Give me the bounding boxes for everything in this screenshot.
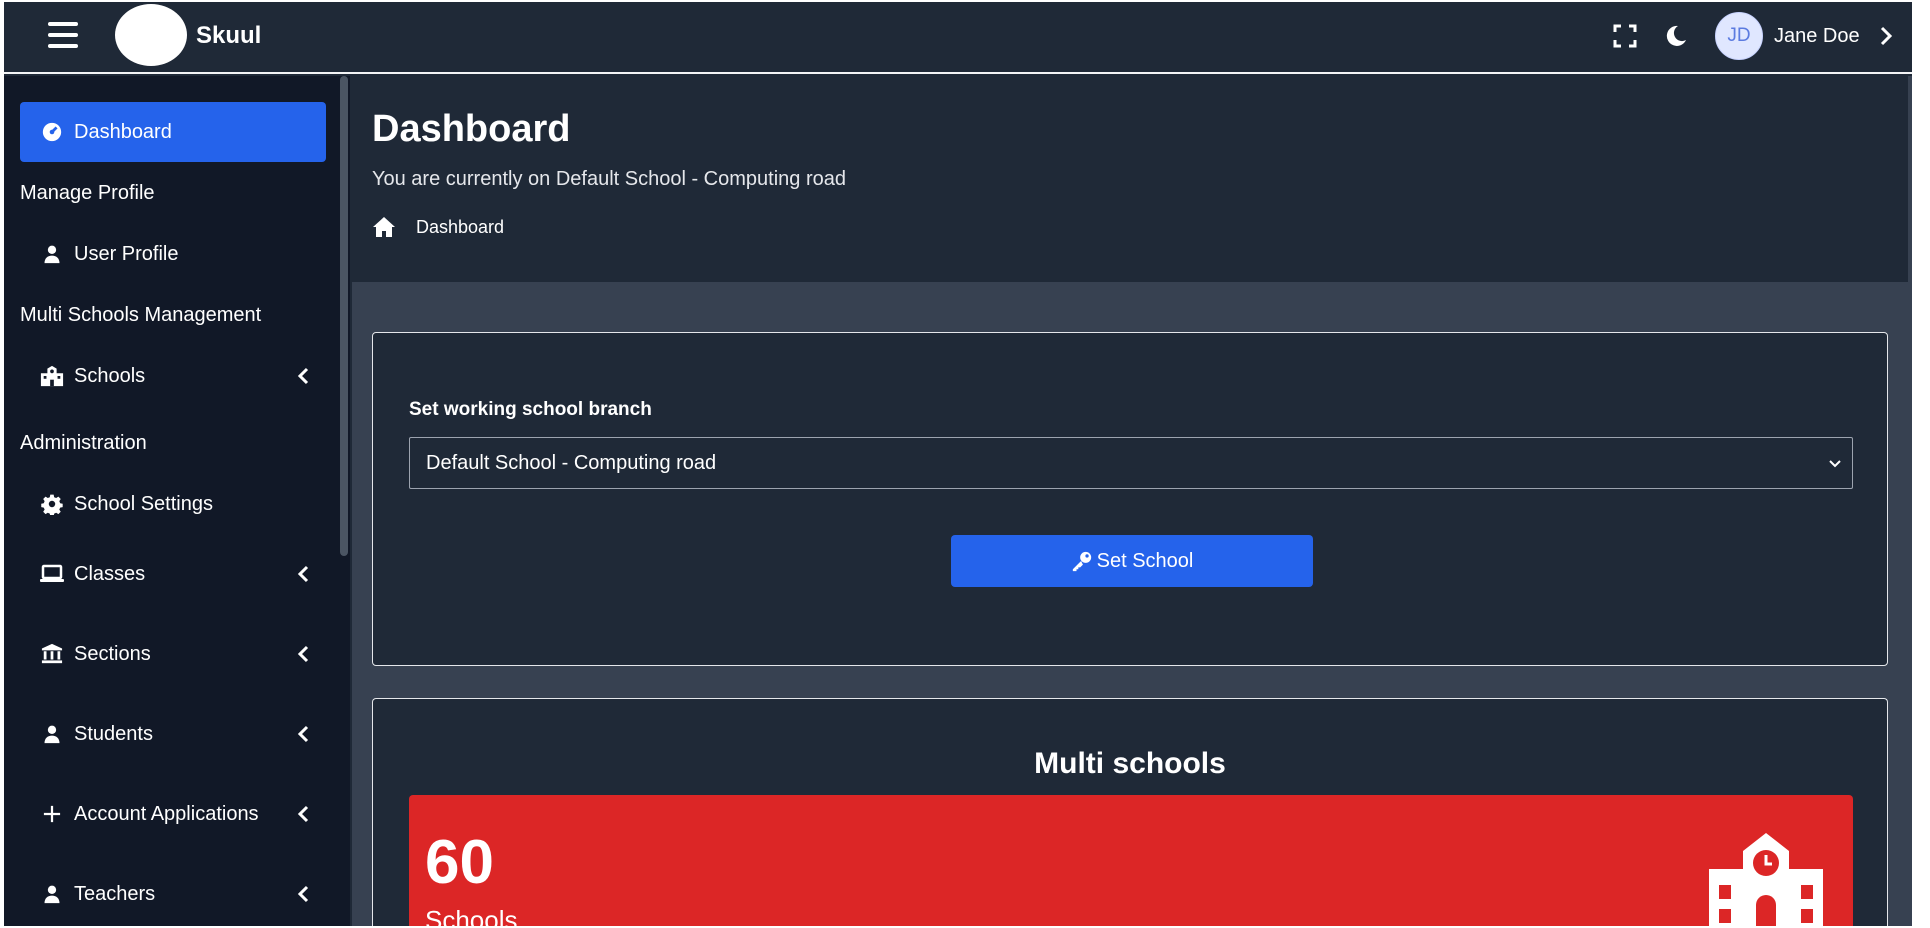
sidebar-item-school-settings[interactable]: School Settings — [40, 490, 213, 518]
avatar[interactable]: JD — [1715, 12, 1763, 60]
set-school-label: Set School — [1096, 549, 1194, 572]
schools-label: Schools — [425, 905, 518, 926]
breadcrumb[interactable]: Dashboard — [416, 217, 504, 238]
sidebar-item-label: Sections — [74, 642, 151, 665]
section-header-manage-profile: Manage Profile — [20, 182, 155, 204]
sidebar-item-label: Schools — [74, 364, 146, 387]
chevron-left-icon — [297, 885, 309, 903]
plus-icon — [40, 802, 64, 826]
chevron-down-icon — [1829, 460, 1841, 468]
top-navbar: Skuul JD Jane Doe — [4, 2, 1912, 74]
schools-stat-box: 60 Schools — [409, 795, 1853, 926]
chevron-left-icon — [297, 805, 309, 823]
multi-schools-title: Multi schools — [1034, 747, 1226, 780]
sidebar-item-label: School Settings — [74, 492, 213, 515]
sidebar-item-label: Teachers — [74, 882, 156, 905]
sidebar-scrollbar[interactable] — [340, 76, 348, 556]
sidebar-item-schools[interactable]: Schools — [40, 362, 310, 390]
school-icon — [40, 364, 64, 388]
school-branch-card: Set working school branch Default School… — [372, 332, 1888, 666]
sidebar-item-label: Students — [74, 722, 153, 745]
page-title: Dashboard — [372, 108, 571, 150]
laptop-icon — [40, 562, 64, 586]
sidebar-item-label: Account Applications — [74, 802, 259, 825]
building-columns-icon — [40, 642, 64, 666]
key-icon — [1072, 551, 1091, 572]
sidebar-item-account-applications[interactable]: Account Applications — [40, 800, 310, 828]
sidebar-item-label: Dashboard — [74, 120, 172, 143]
user-icon — [40, 882, 64, 906]
current-school-text: You are currently on Default School - Co… — [372, 168, 846, 190]
chevron-left-icon — [297, 565, 309, 583]
sidebar-item-students[interactable]: Students — [40, 720, 310, 748]
sidebar: Dashboard Manage Profile User Profile Mu… — [4, 76, 350, 926]
chevron-left-icon — [297, 367, 309, 385]
gear-icon — [40, 492, 64, 516]
multi-schools-card: Multi schools 60 Schools — [372, 698, 1888, 926]
sidebar-item-sections[interactable]: Sections — [40, 640, 310, 668]
chevron-left-icon — [297, 725, 309, 743]
selected-school: Default School - Computing road — [426, 451, 717, 474]
chevron-left-icon — [297, 645, 309, 663]
school-branch-label: Set working school branch — [409, 399, 652, 420]
schools-count: 60 — [425, 828, 494, 897]
moon-icon[interactable] — [1664, 24, 1688, 48]
set-school-button[interactable]: Set School — [951, 535, 1313, 587]
user-icon — [40, 722, 64, 746]
sidebar-item-label: Classes — [74, 562, 146, 585]
content-header: Dashboard You are currently on Default S… — [352, 76, 1908, 282]
chevron-right-icon[interactable] — [1878, 25, 1894, 47]
section-header-multi-schools: Multi Schools Management — [20, 304, 262, 326]
sidebar-item-label: User Profile — [74, 242, 179, 265]
section-header-administration: Administration — [20, 432, 147, 454]
sidebar-item-teachers[interactable]: Teachers — [40, 880, 310, 908]
user-icon — [40, 242, 64, 266]
school-branch-select[interactable]: Default School - Computing road — [409, 437, 1853, 489]
brand-name[interactable]: Skuul — [196, 22, 261, 50]
sidebar-item-classes[interactable]: Classes — [40, 560, 310, 588]
sidebar-item-user-profile[interactable]: User Profile — [40, 240, 178, 268]
hamburger-menu-icon[interactable] — [48, 22, 78, 48]
app-window: Skuul JD Jane Doe Dashboard Manage Profi… — [4, 2, 1912, 926]
gauge-icon — [40, 120, 64, 144]
school-icon — [1709, 833, 1823, 926]
logo[interactable] — [115, 4, 187, 66]
user-name[interactable]: Jane Doe — [1774, 25, 1860, 48]
home-icon[interactable] — [372, 216, 396, 238]
sidebar-item-dashboard[interactable]: Dashboard — [20, 102, 326, 162]
main-content: Dashboard You are currently on Default S… — [352, 76, 1912, 926]
fullscreen-icon[interactable] — [1613, 24, 1637, 48]
